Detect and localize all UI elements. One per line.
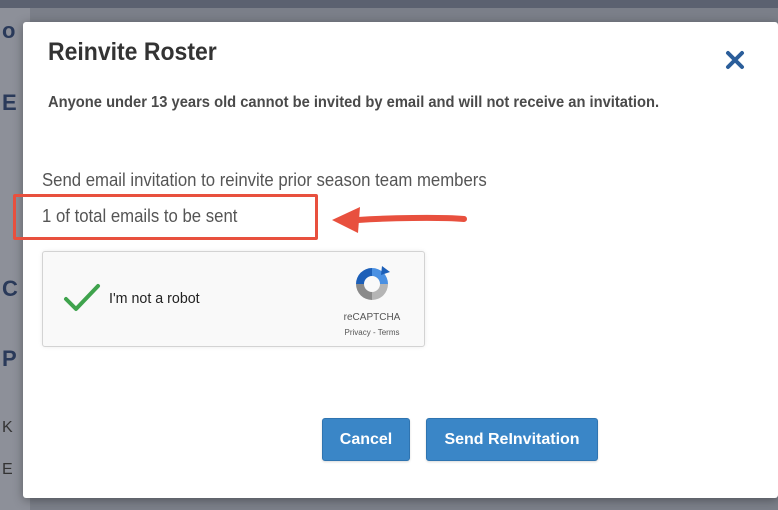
background-text-fragment: P [2,346,17,371]
recaptcha-logo-icon [356,266,390,300]
close-icon [726,51,744,69]
background-text-fragment: E [2,90,17,115]
recaptcha-label: I'm not a robot [109,290,200,307]
cancel-button[interactable]: Cancel [322,418,410,461]
send-reinvitation-button[interactable]: Send ReInvitation [426,418,598,461]
background-text-fragment: o [2,18,16,43]
background-text-fragment: E [2,461,13,478]
checkmark-icon [64,284,100,311]
background-topbar [0,0,778,8]
recaptcha-widget: I'm not a robot reCAPTCHA Privacy - Term… [42,251,425,347]
dialog-title: Reinvite Roster [48,38,217,66]
background-text-fragment: K [2,419,13,436]
recaptcha-checkbox[interactable] [63,282,101,314]
annotation-highlight-box [13,194,318,240]
invitation-description: Send email invitation to reinvite prior … [42,170,487,190]
reinvite-roster-dialog: Reinvite Roster Anyone under 13 years ol… [13,22,778,498]
background-text-fragment: C [2,276,18,301]
recaptcha-brand: reCAPTCHA [343,312,401,323]
recaptcha-privacy-terms-links[interactable]: Privacy - Terms [330,328,414,337]
close-button[interactable] [723,48,747,72]
annotation-arrow-icon [332,207,467,233]
age-warning-text: Anyone under 13 years old cannot be invi… [48,94,660,111]
